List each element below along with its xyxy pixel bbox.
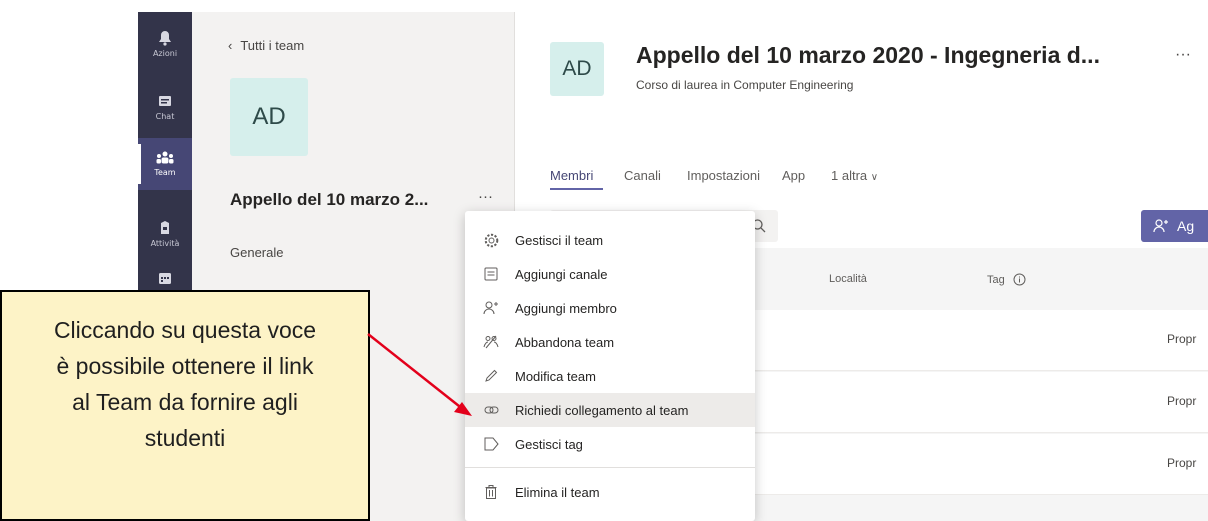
callout-line: al Team da fornire agli [72, 389, 298, 415]
rail-label: Team [154, 168, 176, 177]
annotation-callout: Cliccando su questa voce è possibile ott… [0, 290, 370, 521]
tab-more-label: 1 altra [831, 168, 868, 183]
callout-line: è possibile ottenere il link [56, 353, 314, 379]
team-avatar: AD [230, 78, 308, 156]
menu-divider [465, 467, 755, 468]
menu-item-manage-team[interactable]: Gestisci il team [465, 223, 755, 257]
teams-icon [156, 151, 174, 164]
team-context-menu: Gestisci il team Aggiungi canale Aggiung… [465, 211, 755, 521]
trash-icon [485, 485, 497, 499]
menu-item-label: Modifica team [515, 368, 596, 384]
menu-item-edit-team[interactable]: Modifica team [465, 359, 755, 393]
menu-item-label: Elimina il team [515, 484, 600, 500]
rail-item-team[interactable]: Team [138, 138, 192, 190]
add-member-icon [483, 301, 498, 315]
member-role: Propr [1167, 394, 1197, 408]
gear-icon [484, 233, 498, 247]
menu-item-label: Gestisci il team [515, 232, 604, 248]
rail-item-chat[interactable]: Chat [138, 82, 192, 134]
tab-more[interactable]: 1 altra ∨ [831, 168, 878, 183]
header-more-icon[interactable]: ··· [1175, 46, 1191, 64]
menu-item-add-member[interactable]: Aggiungi membro [465, 291, 755, 325]
assignments-icon [161, 221, 169, 234]
menu-item-label: Abbandona team [515, 334, 615, 350]
bell-icon [159, 31, 171, 46]
column-header-tag: Tag [987, 273, 1026, 286]
menu-item-leave-team[interactable]: Abbandona team [465, 325, 755, 359]
menu-item-label: Aggiungi canale [515, 266, 608, 282]
calendar-icon [159, 273, 171, 284]
page-subtitle: Corso di laurea in Computer Engineering [636, 78, 854, 92]
menu-item-label: Richiedi collegamento al team [515, 402, 689, 418]
add-member-button[interactable]: Ag [1141, 210, 1208, 242]
tag-header-label: Tag [987, 273, 1005, 286]
tab-channels[interactable]: Canali [624, 168, 661, 183]
back-label: Tutti i team [240, 38, 305, 53]
rail-label: Azioni [152, 49, 178, 58]
chat-icon [159, 96, 171, 106]
menu-item-get-link[interactable]: Richiedi collegamento al team [465, 393, 755, 427]
menu-item-delete-team[interactable]: Elimina il team [465, 475, 755, 509]
active-tab-indicator [550, 188, 603, 190]
info-icon[interactable] [1013, 273, 1026, 286]
callout-line: studenti [144, 425, 226, 451]
menu-item-manage-tags[interactable]: Gestisci tag [465, 427, 755, 461]
more-options-icon[interactable]: ··· [478, 188, 493, 205]
callout-line: Cliccando su questa voce [53, 317, 317, 343]
tag-icon [484, 437, 499, 451]
channel-icon [484, 267, 498, 281]
rail-item-activity[interactable]: Azioni [138, 18, 192, 70]
link-icon [484, 406, 498, 414]
chevron-left-icon: ‹ [228, 38, 233, 53]
page-title: Appello del 10 marzo 2020 - Ingegneria d… [636, 42, 1100, 68]
channel-general[interactable]: Generale [230, 245, 283, 260]
rail-label: Attività [150, 239, 180, 248]
rail-label: Chat [155, 112, 175, 121]
column-header-location: Località [829, 273, 867, 285]
menu-item-add-channel[interactable]: Aggiungi canale [465, 257, 755, 291]
pencil-icon [485, 369, 498, 382]
tab-apps[interactable]: App [782, 168, 805, 183]
add-person-icon [1153, 219, 1168, 233]
chevron-down-icon: ∨ [870, 172, 879, 183]
rail-item-assignments[interactable]: Attività [138, 208, 192, 260]
menu-item-label: Aggiungi membro [515, 300, 617, 316]
back-to-teams-link[interactable]: ‹ Tutti i team [228, 38, 304, 53]
member-role: Propr [1167, 332, 1197, 346]
header-avatar: AD [550, 42, 604, 96]
menu-item-label: Gestisci tag [515, 436, 583, 452]
tab-members[interactable]: Membri [550, 168, 593, 183]
leave-icon [483, 335, 499, 349]
team-name: Appello del 10 marzo 2... [230, 190, 429, 209]
member-role: Propr [1167, 456, 1197, 470]
tab-settings[interactable]: Impostazioni [687, 168, 760, 183]
add-member-label: Ag [1177, 218, 1195, 234]
